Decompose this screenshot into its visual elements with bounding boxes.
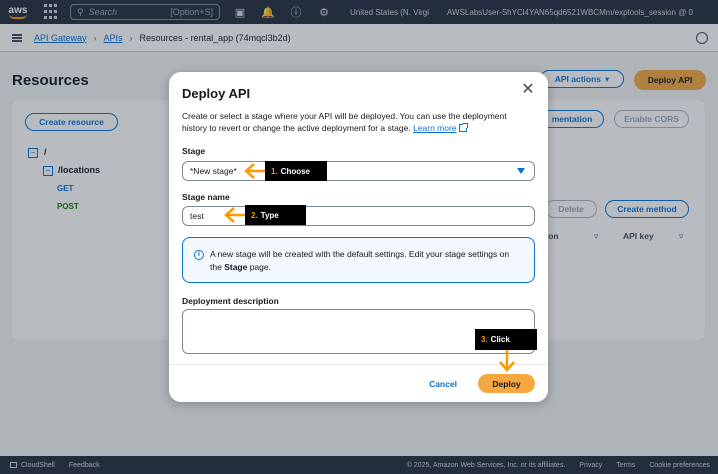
external-link-icon — [458, 123, 468, 132]
learn-more-link[interactable]: Learn more — [413, 123, 456, 133]
info-alert: i A new stage will be created with the d… — [182, 237, 535, 283]
arrow-left-icon — [224, 207, 245, 223]
stage-label: Stage — [182, 146, 206, 156]
info-text-post: page. — [247, 262, 271, 272]
stage-select-value: *New stage* — [190, 166, 237, 176]
caret-down-icon — [517, 168, 525, 174]
arrow-down-icon — [499, 350, 515, 372]
stage-name-label: Stage name — [182, 192, 230, 202]
callout-step-1-text: Choose — [280, 166, 311, 176]
callout-step-1: 1. Choose — [265, 161, 327, 181]
arrow-left-icon — [244, 163, 265, 179]
callout-step-1-number: 1. — [271, 166, 278, 176]
callout-step-3-number: 3. — [481, 335, 488, 344]
deployment-description-label: Deployment description — [182, 296, 279, 306]
deploy-api-modal: Deploy API ✕ Create or select a stage wh… — [169, 72, 548, 402]
stage-select[interactable]: *New stage* — [182, 161, 535, 181]
info-icon: i — [194, 250, 204, 260]
modal-title: Deploy API — [182, 86, 251, 101]
callout-step-2-number: 2. — [251, 210, 258, 220]
callout-step-3-text: Click — [490, 335, 510, 344]
callout-step-2: 2. Type — [245, 205, 306, 225]
modal-footer-divider — [169, 364, 548, 365]
close-icon[interactable]: ✕ — [520, 82, 536, 98]
cancel-button[interactable]: Cancel — [419, 376, 467, 392]
info-text-stage: Stage — [224, 262, 248, 272]
modal-description: Create or select a stage where your API … — [182, 110, 527, 134]
info-alert-text: A new stage will be created with the def… — [210, 248, 520, 274]
deploy-button[interactable]: Deploy — [478, 374, 535, 393]
callout-step-3: 3. Click — [475, 329, 537, 350]
callout-step-2-text: Type — [260, 210, 279, 220]
